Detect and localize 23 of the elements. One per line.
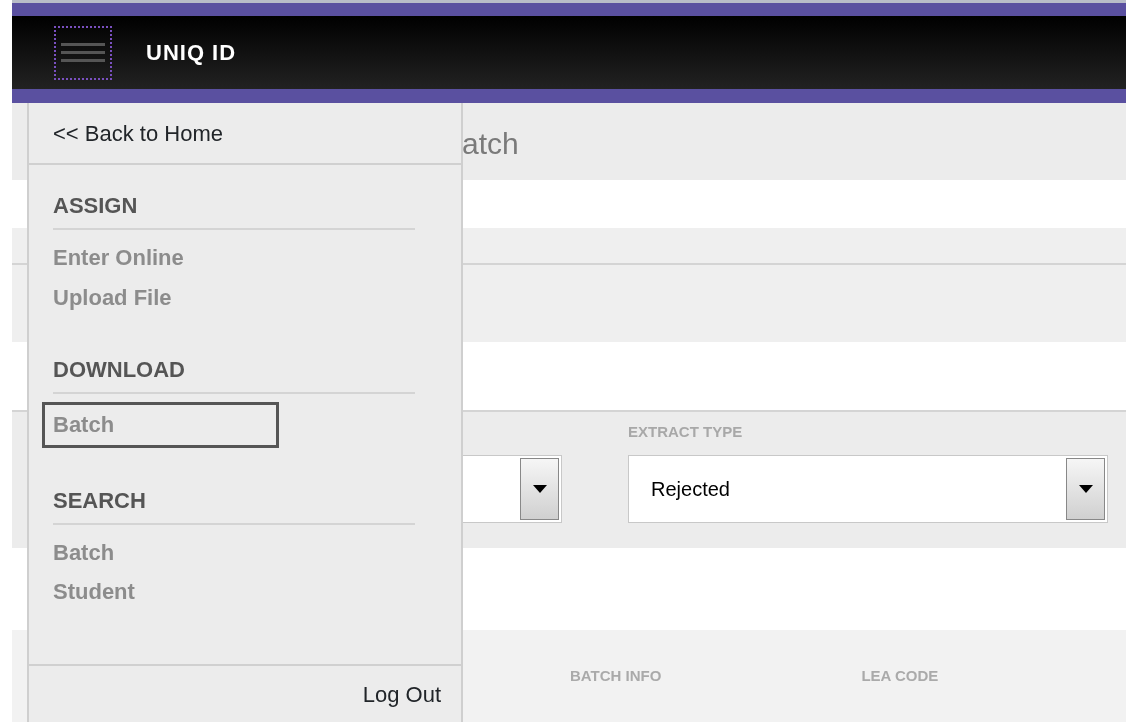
dropdown-button[interactable] xyxy=(1066,458,1105,520)
dropdown-button[interactable] xyxy=(520,458,559,520)
menu-button[interactable] xyxy=(54,25,112,80)
column-header: LEA CODE xyxy=(861,665,939,686)
section-heading: SEARCH xyxy=(53,483,415,525)
page-title: atch xyxy=(462,126,519,162)
menu-icon xyxy=(61,40,105,65)
dropdown-field[interactable] xyxy=(462,455,562,523)
caret-icon xyxy=(1078,485,1093,493)
menu-item[interactable]: Batch xyxy=(42,402,279,448)
section-heading: DOWNLOAD xyxy=(53,353,415,395)
logo-text: UNIQ ID xyxy=(146,39,237,67)
section-heading: ASSIGN xyxy=(53,189,415,230)
caret-icon xyxy=(532,485,547,493)
column-header: BATCH INFO xyxy=(570,665,662,686)
menu-item[interactable]: Batch xyxy=(53,532,415,573)
dropdown-field[interactable]: Rejected xyxy=(628,455,1108,523)
back-link[interactable]: << Back to Home xyxy=(53,116,223,150)
menu-item[interactable]: Upload File xyxy=(53,277,415,318)
logout-link[interactable]: Log Out xyxy=(362,677,441,711)
field-label: EXTRACT TYPE xyxy=(628,421,744,442)
menu-item[interactable]: Enter Online xyxy=(53,238,415,278)
menu-item[interactable]: Student xyxy=(53,572,415,612)
